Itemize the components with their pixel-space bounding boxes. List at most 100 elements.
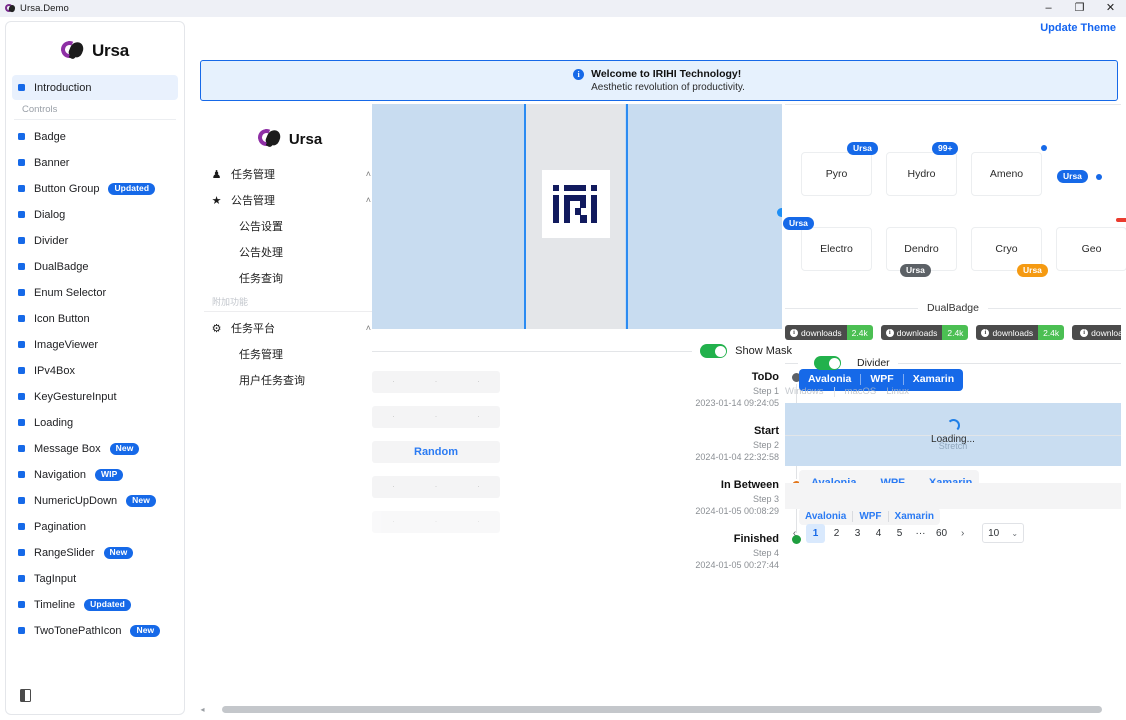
chevron-up-icon[interactable]: ˄ xyxy=(366,195,371,205)
timeline-item: In BetweenStep 32024-01-05 00:08:29 xyxy=(596,479,801,533)
sidebar-item-navigation[interactable]: NavigationWIP xyxy=(12,462,178,487)
sidebar-item-label: Timeline xyxy=(34,599,75,611)
show-mask-toggle[interactable] xyxy=(700,344,727,358)
dual-badge[interactable]: idownloads2.4k xyxy=(976,325,1064,340)
timeline-timestamp: 2024-01-04 22:32:58 xyxy=(695,452,779,462)
sidebar-item-dialog[interactable]: Dialog xyxy=(12,202,178,227)
sidebar-item-label: Button Group xyxy=(34,183,99,195)
badge-card-hydro[interactable]: Hydro xyxy=(886,152,957,196)
badge-card-geo[interactable]: Geo xyxy=(1056,227,1126,271)
sidebar-item-banner[interactable]: Banner xyxy=(12,150,178,175)
pagination-page-3[interactable]: 3 xyxy=(848,524,867,543)
nav-subitem[interactable]: 公告设置 xyxy=(200,213,380,239)
sidebar-footer xyxy=(6,676,184,714)
chevron-up-icon[interactable]: ˄ xyxy=(366,323,371,333)
image-viewer[interactable] xyxy=(372,104,782,329)
dual-badge[interactable]: idownloads2.4k xyxy=(785,325,873,340)
sidebar-item-tag: New xyxy=(110,443,140,455)
sidebar-item-message-box[interactable]: Message BoxNew xyxy=(12,436,178,461)
sidebar-item-rangeslider[interactable]: RangeSliderNew xyxy=(12,540,178,565)
taginput-field[interactable]: ··· xyxy=(372,476,500,498)
navigation-panel: Ursa ♟任务管理˄★公告管理˄公告设置公告处理任务查询附加功能⚙任务平台˄任… xyxy=(200,109,380,709)
pagination-page-···[interactable]: ··· xyxy=(911,524,930,543)
dual-badge[interactable]: idownloads2.4k xyxy=(881,325,969,340)
taginput-field[interactable]: ··· xyxy=(372,371,500,393)
sidebar-item-label: TagInput xyxy=(34,573,76,585)
chevron-up-icon[interactable]: ˄ xyxy=(366,169,371,179)
page-size-select[interactable]: 10⌄ xyxy=(982,523,1024,543)
bullet-icon xyxy=(18,211,25,218)
badge-card-electro[interactable]: Electro xyxy=(801,227,872,271)
sidebar-item-numericupdown[interactable]: NumericUpDownNew xyxy=(12,488,178,513)
nav-item[interactable]: ★公告管理˄ xyxy=(200,187,380,213)
badge-grid: PyroUrsaHydro99+AmenoElectroUrsaDendroUr… xyxy=(785,124,1121,296)
sidebar-item-taginput[interactable]: TagInput xyxy=(12,566,178,591)
divider-toggle[interactable] xyxy=(814,356,841,370)
sidebar-item-icon-button[interactable]: Icon Button xyxy=(12,306,178,331)
nav-item-label: 任务平台 xyxy=(231,320,275,336)
nav-subitem[interactable]: 公告处理 xyxy=(200,239,380,265)
timeline-item: FinishedStep 42024-01-05 00:27:44 xyxy=(596,533,801,587)
sidebar-item-keygestureinput[interactable]: KeyGestureInput xyxy=(12,384,178,409)
sidebar-item-timeline[interactable]: Timeline Updated xyxy=(12,592,178,617)
sidebar-item-label: RangeSlider xyxy=(34,547,95,559)
badge-card-label: Ameno xyxy=(990,168,1023,180)
pagination-next-button[interactable]: › xyxy=(953,524,972,543)
sidebar-item-tag: Updated xyxy=(84,599,131,611)
scroll-left-arrow[interactable]: ◂ xyxy=(196,705,209,714)
random-button[interactable]: Random xyxy=(372,441,500,463)
badge-card-pyro[interactable]: Pyro xyxy=(801,152,872,196)
sidebar-item-label: TwoTonePathIcon xyxy=(34,625,121,637)
scrollbar-track[interactable] xyxy=(209,706,1121,713)
image-viewer-handle[interactable] xyxy=(777,208,782,217)
sidebar-item-introduction[interactable]: Introduction xyxy=(12,75,178,100)
bullet-icon xyxy=(18,263,25,270)
minimize-button[interactable]: – xyxy=(1033,0,1064,17)
tab-windows[interactable]: Windows xyxy=(785,386,824,397)
taginput-field[interactable]: ··· xyxy=(372,511,500,533)
maximize-button[interactable]: ❐ xyxy=(1064,0,1095,17)
taginput-field[interactable]: ··· xyxy=(372,406,500,428)
pagination-page-1[interactable]: 1 xyxy=(806,524,825,543)
bullet-icon xyxy=(18,549,25,556)
nav-subitem[interactable]: 用户任务查询 xyxy=(200,367,380,393)
bullet-icon xyxy=(18,185,25,192)
pagination-page-60[interactable]: 60 xyxy=(932,524,951,543)
sidebar-item-loading[interactable]: Loading xyxy=(12,410,178,435)
badge-card-ameno[interactable]: Ameno xyxy=(971,152,1042,196)
sidebar-item-pagination[interactable]: Pagination xyxy=(12,514,178,539)
nav-subitem[interactable]: 任务查询 xyxy=(200,265,380,291)
pagination-prev-button[interactable]: ‹ xyxy=(785,524,804,543)
sidebar-item-badge[interactable]: Badge xyxy=(12,124,178,149)
loading-subtext: Stretch xyxy=(939,441,968,451)
scrollbar-thumb[interactable] xyxy=(222,706,1102,713)
sidebar-item-divider[interactable]: Divider xyxy=(12,228,178,253)
taginput-dot: · xyxy=(435,414,437,420)
nav-item[interactable]: ⚙任务平台˄ xyxy=(200,315,380,341)
sidebar-item-ipv4box[interactable]: IPv4Box xyxy=(12,358,178,383)
sidebar-item-button-group[interactable]: Button GroupUpdated xyxy=(12,176,178,201)
bullet-icon xyxy=(18,445,25,452)
horizontal-scrollbar[interactable]: ◂ xyxy=(196,703,1121,716)
sidebar-item-label: Introduction xyxy=(34,82,91,94)
taginput-dot: · xyxy=(478,519,480,525)
dual-badge[interactable]: idownload xyxy=(1072,325,1121,340)
pagination-page-4[interactable]: 4 xyxy=(869,524,888,543)
sidebar-item-dualbadge[interactable]: DualBadge xyxy=(12,254,178,279)
bullet-icon xyxy=(18,627,25,634)
tab-macos[interactable]: macOS xyxy=(845,386,877,397)
divider-label: Divider xyxy=(857,357,890,369)
sidebar-item-enum-selector[interactable]: Enum Selector xyxy=(12,280,178,305)
sidebar-item-imageviewer[interactable]: ImageViewer xyxy=(12,332,178,357)
sidebar-item-twotonepathicon[interactable]: TwoTonePathIconNew xyxy=(12,618,178,643)
close-button[interactable]: ✕ xyxy=(1095,0,1126,17)
pagination-page-5[interactable]: 5 xyxy=(890,524,909,543)
banner-title: Welcome to IRIHI Technology! xyxy=(591,67,745,81)
tab-linux[interactable]: Linux xyxy=(886,386,909,397)
timeline-title: Finished xyxy=(734,533,779,545)
toggle-panel-icon[interactable] xyxy=(20,689,31,702)
nav-subitem[interactable]: 任务管理 xyxy=(200,341,380,367)
dual-badge-left-label: downloads xyxy=(992,328,1033,338)
nav-item[interactable]: ♟任务管理˄ xyxy=(200,161,380,187)
pagination-page-2[interactable]: 2 xyxy=(827,524,846,543)
